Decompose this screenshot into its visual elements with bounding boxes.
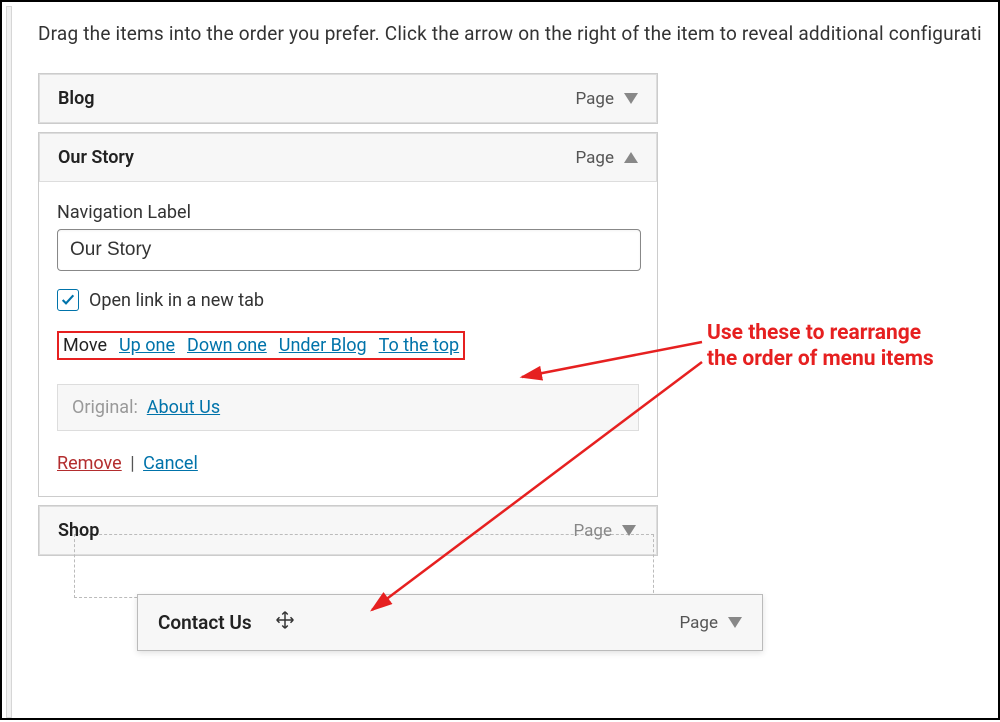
menu-item-contact-dragging[interactable]: Contact Us Page <box>137 594 763 651</box>
chevron-down-icon[interactable] <box>728 617 742 628</box>
menu-item-title: Contact Us <box>158 611 252 634</box>
open-new-tab-label: Open link in a new tab <box>89 290 264 311</box>
cancel-link[interactable]: Cancel <box>143 453 198 474</box>
check-icon <box>60 292 76 308</box>
menu-item-title: Shop <box>58 520 99 541</box>
move-cursor-icon <box>274 609 296 636</box>
annotation-callout: Use these to rearrange the order of menu… <box>707 320 967 373</box>
window-left-scrollbar[interactable] <box>6 6 12 718</box>
menu-item-type-label: Page <box>680 613 718 633</box>
menu-item-meta[interactable]: Page <box>574 521 636 541</box>
original-label: Original: <box>72 397 138 418</box>
original-link[interactable]: About Us <box>147 397 220 418</box>
menu-item-type-label: Page <box>574 521 612 541</box>
menu-item-blog[interactable]: Blog Page <box>38 73 658 124</box>
main-content: Drag the items into the order you prefer… <box>38 22 982 598</box>
annotation-line: Use these to rearrange <box>707 320 967 346</box>
menu-item-body: Navigation Label Open link in a new tab … <box>39 182 657 496</box>
move-up-link[interactable]: Up one <box>119 335 175 356</box>
instructions-text: Drag the items into the order you prefer… <box>38 22 982 45</box>
annotation-line: the order of menu items <box>707 346 967 372</box>
menu-item-meta[interactable]: Page <box>576 89 638 109</box>
navigation-label-input[interactable] <box>57 229 641 271</box>
move-top-link[interactable]: To the top <box>379 335 460 356</box>
remove-link[interactable]: Remove <box>57 453 122 474</box>
menu-item-type-label: Page <box>576 148 614 168</box>
menu-item-title: Blog <box>58 88 95 109</box>
chevron-down-icon[interactable] <box>624 93 638 104</box>
menu-item-header[interactable]: Our Story Page <box>39 133 657 182</box>
move-controls: Move Up one Down one Under Blog To the t… <box>57 331 465 360</box>
remove-cancel-row: Remove | Cancel <box>57 453 639 474</box>
menu-item-our-story[interactable]: Our Story Page Navigation Label Open lin… <box>38 132 658 497</box>
separator: | <box>130 453 134 474</box>
open-new-tab-checkbox[interactable] <box>57 289 79 311</box>
menu-item-header[interactable]: Blog Page <box>39 74 657 123</box>
open-new-tab-row[interactable]: Open link in a new tab <box>57 289 639 311</box>
drop-placeholder[interactable] <box>74 534 654 598</box>
move-down-link[interactable]: Down one <box>187 335 267 356</box>
move-label: Move <box>63 335 107 356</box>
chevron-up-icon[interactable] <box>624 152 638 163</box>
original-box: Original: About Us <box>57 384 639 431</box>
menu-items-list: Blog Page Our Story Page Nav <box>38 73 658 598</box>
menu-item-title: Our Story <box>58 147 134 168</box>
app-frame: Drag the items into the order you prefer… <box>0 0 1000 720</box>
menu-item-meta[interactable]: Page <box>680 613 742 633</box>
menu-item-meta[interactable]: Page <box>576 148 638 168</box>
navigation-label-caption: Navigation Label <box>57 202 639 223</box>
chevron-down-icon[interactable] <box>622 525 636 536</box>
menu-item-type-label: Page <box>576 89 614 109</box>
move-under-link[interactable]: Under Blog <box>279 335 367 356</box>
